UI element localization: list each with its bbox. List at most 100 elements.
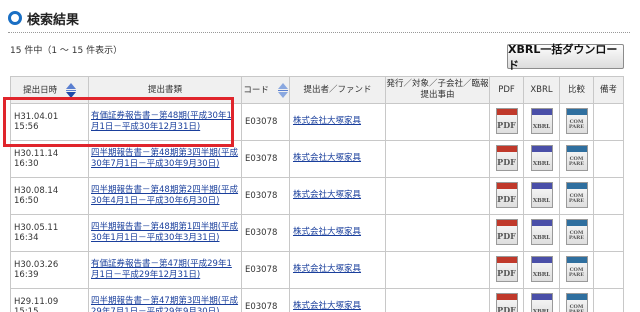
xbrl-icon[interactable]: XBRL xyxy=(530,144,553,171)
pdf-icon[interactable]: PDF xyxy=(495,292,518,312)
compare-icon[interactable]: COM PARE xyxy=(565,255,588,282)
document-link[interactable]: 有価証券報告書－第48期(平成30年1月1日－平成30年12月31日) xyxy=(91,111,239,133)
row-filer-cell: 株式会社大塚家具 xyxy=(289,288,386,312)
document-link[interactable]: 四半期報告書－第47期第3四半期(平成29年7月1日－平成29年9月30日) xyxy=(91,296,239,312)
column-header-doc: 提出書類 xyxy=(88,76,242,104)
row-xbrl-cell: XBRL xyxy=(523,103,560,141)
row-date: H30.05.11 16:34 xyxy=(10,214,89,252)
row-issuer-cell xyxy=(385,214,490,252)
pdf-icon[interactable]: PDF xyxy=(495,218,518,245)
row-xbrl-cell: XBRL xyxy=(523,140,560,178)
row-pdf-cell: PDF xyxy=(489,177,524,215)
compare-icon[interactable]: COM PARE xyxy=(565,144,588,171)
filer-link[interactable]: 株式会社大塚家具 xyxy=(293,301,382,312)
row-code: E03078 xyxy=(241,251,290,289)
row-filer-cell: 株式会社大塚家具 xyxy=(289,177,386,215)
pdf-icon[interactable]: PDF xyxy=(495,107,518,134)
table-header-row: 提出日時 提出書類 コード 提出者／ファンド 発行／対象／子会社／臨報提出事由 … xyxy=(10,76,624,104)
xbrl-icon[interactable]: XBRL xyxy=(530,218,553,245)
row-compare-cell: COM PARE xyxy=(559,288,594,312)
row-date: H31.04.01 15:56 xyxy=(10,103,89,141)
sort-icon[interactable] xyxy=(277,83,288,98)
table-row: H29.11.09 15:15 四半期報告書－第47期第3四半期(平成29年7月… xyxy=(10,288,624,312)
row-date: H30.08.14 16:50 xyxy=(10,177,89,215)
row-document-cell: 有価証券報告書－第47期(平成29年1月1日－平成29年12月31日) xyxy=(88,251,242,289)
row-compare-cell: COM PARE xyxy=(559,103,594,141)
table-row: H31.04.01 15:56 有価証券報告書－第48期(平成30年1月1日－平… xyxy=(10,103,624,141)
row-compare-cell: COM PARE xyxy=(559,140,594,178)
page-title: 検索結果 xyxy=(27,12,80,28)
table-row: H30.11.14 16:30 四半期報告書－第48期第3四半期(平成30年7月… xyxy=(10,140,624,178)
results-table: 提出日時 提出書類 コード 提出者／ファンド 発行／対象／子会社／臨報提出事由 … xyxy=(10,76,624,312)
compare-icon[interactable]: COM PARE xyxy=(565,218,588,245)
row-filer-cell: 株式会社大塚家具 xyxy=(289,251,386,289)
document-link[interactable]: 四半期報告書－第48期第2四半期(平成30年4月1日－平成30年6月30日) xyxy=(91,185,239,207)
column-header-code-label: コード xyxy=(243,85,269,96)
row-issuer-cell xyxy=(385,288,490,312)
filer-link[interactable]: 株式会社大塚家具 xyxy=(293,227,382,238)
row-filer-cell: 株式会社大塚家具 xyxy=(289,140,386,178)
row-code: E03078 xyxy=(241,177,290,215)
row-document-cell: 四半期報告書－第47期第3四半期(平成29年7月1日－平成29年9月30日) xyxy=(88,288,242,312)
document-link[interactable]: 四半期報告書－第48期第3四半期(平成30年7月1日－平成30年9月30日) xyxy=(91,148,239,170)
column-header-compare: 比較 xyxy=(559,76,594,104)
xbrl-bulk-download-button[interactable]: XBRL一括ダウンロード xyxy=(507,43,624,72)
xbrl-icon[interactable]: XBRL xyxy=(530,181,553,208)
filer-link[interactable]: 株式会社大塚家具 xyxy=(293,116,382,127)
row-filer-cell: 株式会社大塚家具 xyxy=(289,214,386,252)
filer-link[interactable]: 株式会社大塚家具 xyxy=(293,264,382,275)
row-issuer-cell xyxy=(385,177,490,215)
row-date: H30.03.26 16:39 xyxy=(10,251,89,289)
row-issuer-cell xyxy=(385,103,490,141)
bullet-circle-icon xyxy=(8,11,22,25)
row-code: E03078 xyxy=(241,288,290,312)
compare-icon[interactable]: COM PARE xyxy=(565,107,588,134)
row-date: H30.11.14 16:30 xyxy=(10,140,89,178)
table-row: H30.08.14 16:50 四半期報告書－第48期第2四半期(平成30年4月… xyxy=(10,177,624,215)
xbrl-icon[interactable]: XBRL xyxy=(530,255,553,282)
row-document-cell: 有価証券報告書－第48期(平成30年1月1日－平成30年12月31日) xyxy=(88,103,242,141)
document-link[interactable]: 四半期報告書－第48期第1四半期(平成30年1月1日－平成30年3月31日) xyxy=(91,222,239,244)
document-link[interactable]: 有価証券報告書－第47期(平成29年1月1日－平成29年12月31日) xyxy=(91,259,239,281)
column-header-date[interactable]: 提出日時 xyxy=(10,76,89,104)
filer-link[interactable]: 株式会社大塚家具 xyxy=(293,190,382,201)
row-pdf-cell: PDF xyxy=(489,214,524,252)
row-note-cell xyxy=(593,288,624,312)
column-header-code[interactable]: コード xyxy=(241,76,290,104)
sort-icon[interactable] xyxy=(65,83,76,98)
row-note-cell xyxy=(593,251,624,289)
header-divider xyxy=(8,32,630,33)
column-header-pdf: PDF xyxy=(489,76,524,104)
row-note-cell xyxy=(593,103,624,141)
row-date: H29.11.09 15:15 xyxy=(10,288,89,312)
row-compare-cell: COM PARE xyxy=(559,177,594,215)
row-issuer-cell xyxy=(385,140,490,178)
pdf-icon[interactable]: PDF xyxy=(495,181,518,208)
pdf-icon[interactable]: PDF xyxy=(495,144,518,171)
row-pdf-cell: PDF xyxy=(489,140,524,178)
row-document-cell: 四半期報告書－第48期第2四半期(平成30年4月1日－平成30年6月30日) xyxy=(88,177,242,215)
page-header: 検索結果 xyxy=(8,8,79,28)
row-code: E03078 xyxy=(241,214,290,252)
row-pdf-cell: PDF xyxy=(489,103,524,141)
compare-icon[interactable]: COM PARE xyxy=(565,181,588,208)
row-pdf-cell: PDF xyxy=(489,288,524,312)
row-compare-cell: COM PARE xyxy=(559,214,594,252)
compare-icon[interactable]: COM PARE xyxy=(565,292,588,312)
xbrl-icon[interactable]: XBRL xyxy=(530,107,553,134)
column-header-note: 備考 xyxy=(593,76,624,104)
table-row: H30.03.26 16:39 有価証券報告書－第47期(平成29年1月1日－平… xyxy=(10,251,624,289)
row-pdf-cell: PDF xyxy=(489,251,524,289)
column-header-filer: 提出者／ファンド xyxy=(289,76,386,104)
row-document-cell: 四半期報告書－第48期第3四半期(平成30年7月1日－平成30年9月30日) xyxy=(88,140,242,178)
row-document-cell: 四半期報告書－第48期第1四半期(平成30年1月1日－平成30年3月31日) xyxy=(88,214,242,252)
pdf-icon[interactable]: PDF xyxy=(495,255,518,282)
column-header-xbrl: XBRL xyxy=(523,76,560,104)
row-code: E03078 xyxy=(241,140,290,178)
xbrl-icon[interactable]: XBRL xyxy=(530,292,553,312)
row-compare-cell: COM PARE xyxy=(559,251,594,289)
row-note-cell xyxy=(593,214,624,252)
column-header-issuer: 発行／対象／子会社／臨報提出事由 xyxy=(385,76,490,104)
filer-link[interactable]: 株式会社大塚家具 xyxy=(293,153,382,164)
row-note-cell xyxy=(593,177,624,215)
